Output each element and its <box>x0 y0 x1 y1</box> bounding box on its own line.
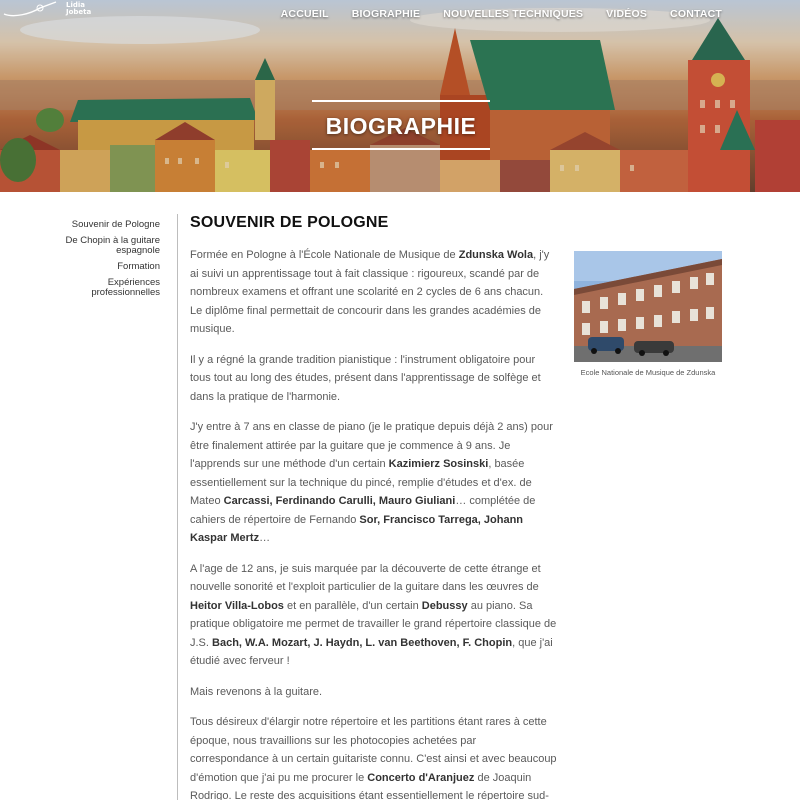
nav-biographie[interactable]: BIOGRAPHIE <box>352 8 421 20</box>
bold-text: Debussy <box>421 599 468 612</box>
paragraph: Mais revenons à la guitare. <box>190 683 558 702</box>
nav-videos[interactable]: VIDÉOS <box>606 8 647 20</box>
article-body: Formée en Pologne à l'École Nationale de… <box>190 246 558 800</box>
nav-contact[interactable]: CONTACT <box>670 8 722 20</box>
sidebar-divider <box>177 214 178 800</box>
bold-text: Concerto d'Aranjuez <box>367 771 475 784</box>
hero-title-line-bottom <box>312 148 490 150</box>
logo-guitar-icon[interactable] <box>0 0 60 20</box>
warsaw-cityscape-image <box>0 0 800 192</box>
paragraph: Formée en Pologne à l'École Nationale de… <box>190 246 558 339</box>
sidebar-item-de-chopin[interactable]: De Chopin à la guitare espagnole <box>60 236 160 256</box>
bold-text: Bach, W.A. Mozart, J. Haydn, L. van Beet… <box>212 636 513 649</box>
paragraph: Il y a régné la grande tradition pianist… <box>190 351 558 407</box>
top-nav: ACCUEIL BIOGRAPHIE NOUVELLES TECHNIQUES … <box>281 8 722 20</box>
text-fragment: Mais revenons à la guitare. <box>190 685 323 698</box>
section-title: SOUVENIR DE POLOGNE <box>190 214 389 231</box>
text-fragment: A l'age de 12 ans, je suis marquée par l… <box>190 562 541 594</box>
text-fragment: , j'y ai suivi un apprentissage tout à f… <box>190 249 550 335</box>
hero-banner: Lidia Jobeta ACCUEIL BIOGRAPHIE NOUVELLE… <box>0 0 800 192</box>
school-figure: Ecole Nationale de Musique de Zdunska <box>574 251 722 377</box>
school-building-photo[interactable] <box>574 251 722 362</box>
text-fragment: Formée en Pologne à l'École Nationale de… <box>190 249 459 261</box>
page-title: BIOGRAPHIE <box>325 113 477 139</box>
bold-text: Kazimierz Sosinski <box>388 458 489 470</box>
paragraph: A l'age de 12 ans, je suis marquée par l… <box>190 560 558 671</box>
paragraph: Tous désireux d'élargir notre répertoire… <box>190 713 558 800</box>
text-fragment: Il y a régné la grande tradition pianist… <box>190 353 541 403</box>
text-fragment: et en parallèle, d'un certain <box>283 599 422 612</box>
text-fragment: … <box>259 532 271 544</box>
sidebar-item-formation[interactable]: Formation <box>60 262 160 272</box>
paragraph: J'y entre à 7 ans en classe de piano (je… <box>190 418 558 548</box>
sidebar: Souvenir de Pologne De Chopin à la guita… <box>60 220 160 304</box>
hero-title-block: BIOGRAPHIE <box>312 100 490 150</box>
bold-text: Zdunska Wola <box>458 249 534 261</box>
bold-text: Carcassi, Ferdinando Carulli, Mauro Giul… <box>223 495 456 507</box>
sidebar-item-experiences[interactable]: Expériences professionnelles <box>60 278 160 298</box>
nav-nouvelles-techniques[interactable]: NOUVELLES TECHNIQUES <box>443 8 583 20</box>
figure-caption: Ecole Nationale de Musique de Zdunska <box>580 368 716 377</box>
logo-text[interactable]: Lidia Jobeta <box>66 2 91 16</box>
sidebar-item-souvenir-de-pologne[interactable]: Souvenir de Pologne <box>60 220 160 230</box>
main-content: SOUVENIR DE POLOGNE Formée en Pologne à … <box>190 214 558 800</box>
hero-title-line-top <box>312 100 490 102</box>
nav-accueil[interactable]: ACCUEIL <box>281 8 329 20</box>
bold-text: Heitor Villa-Lobos <box>190 599 284 612</box>
